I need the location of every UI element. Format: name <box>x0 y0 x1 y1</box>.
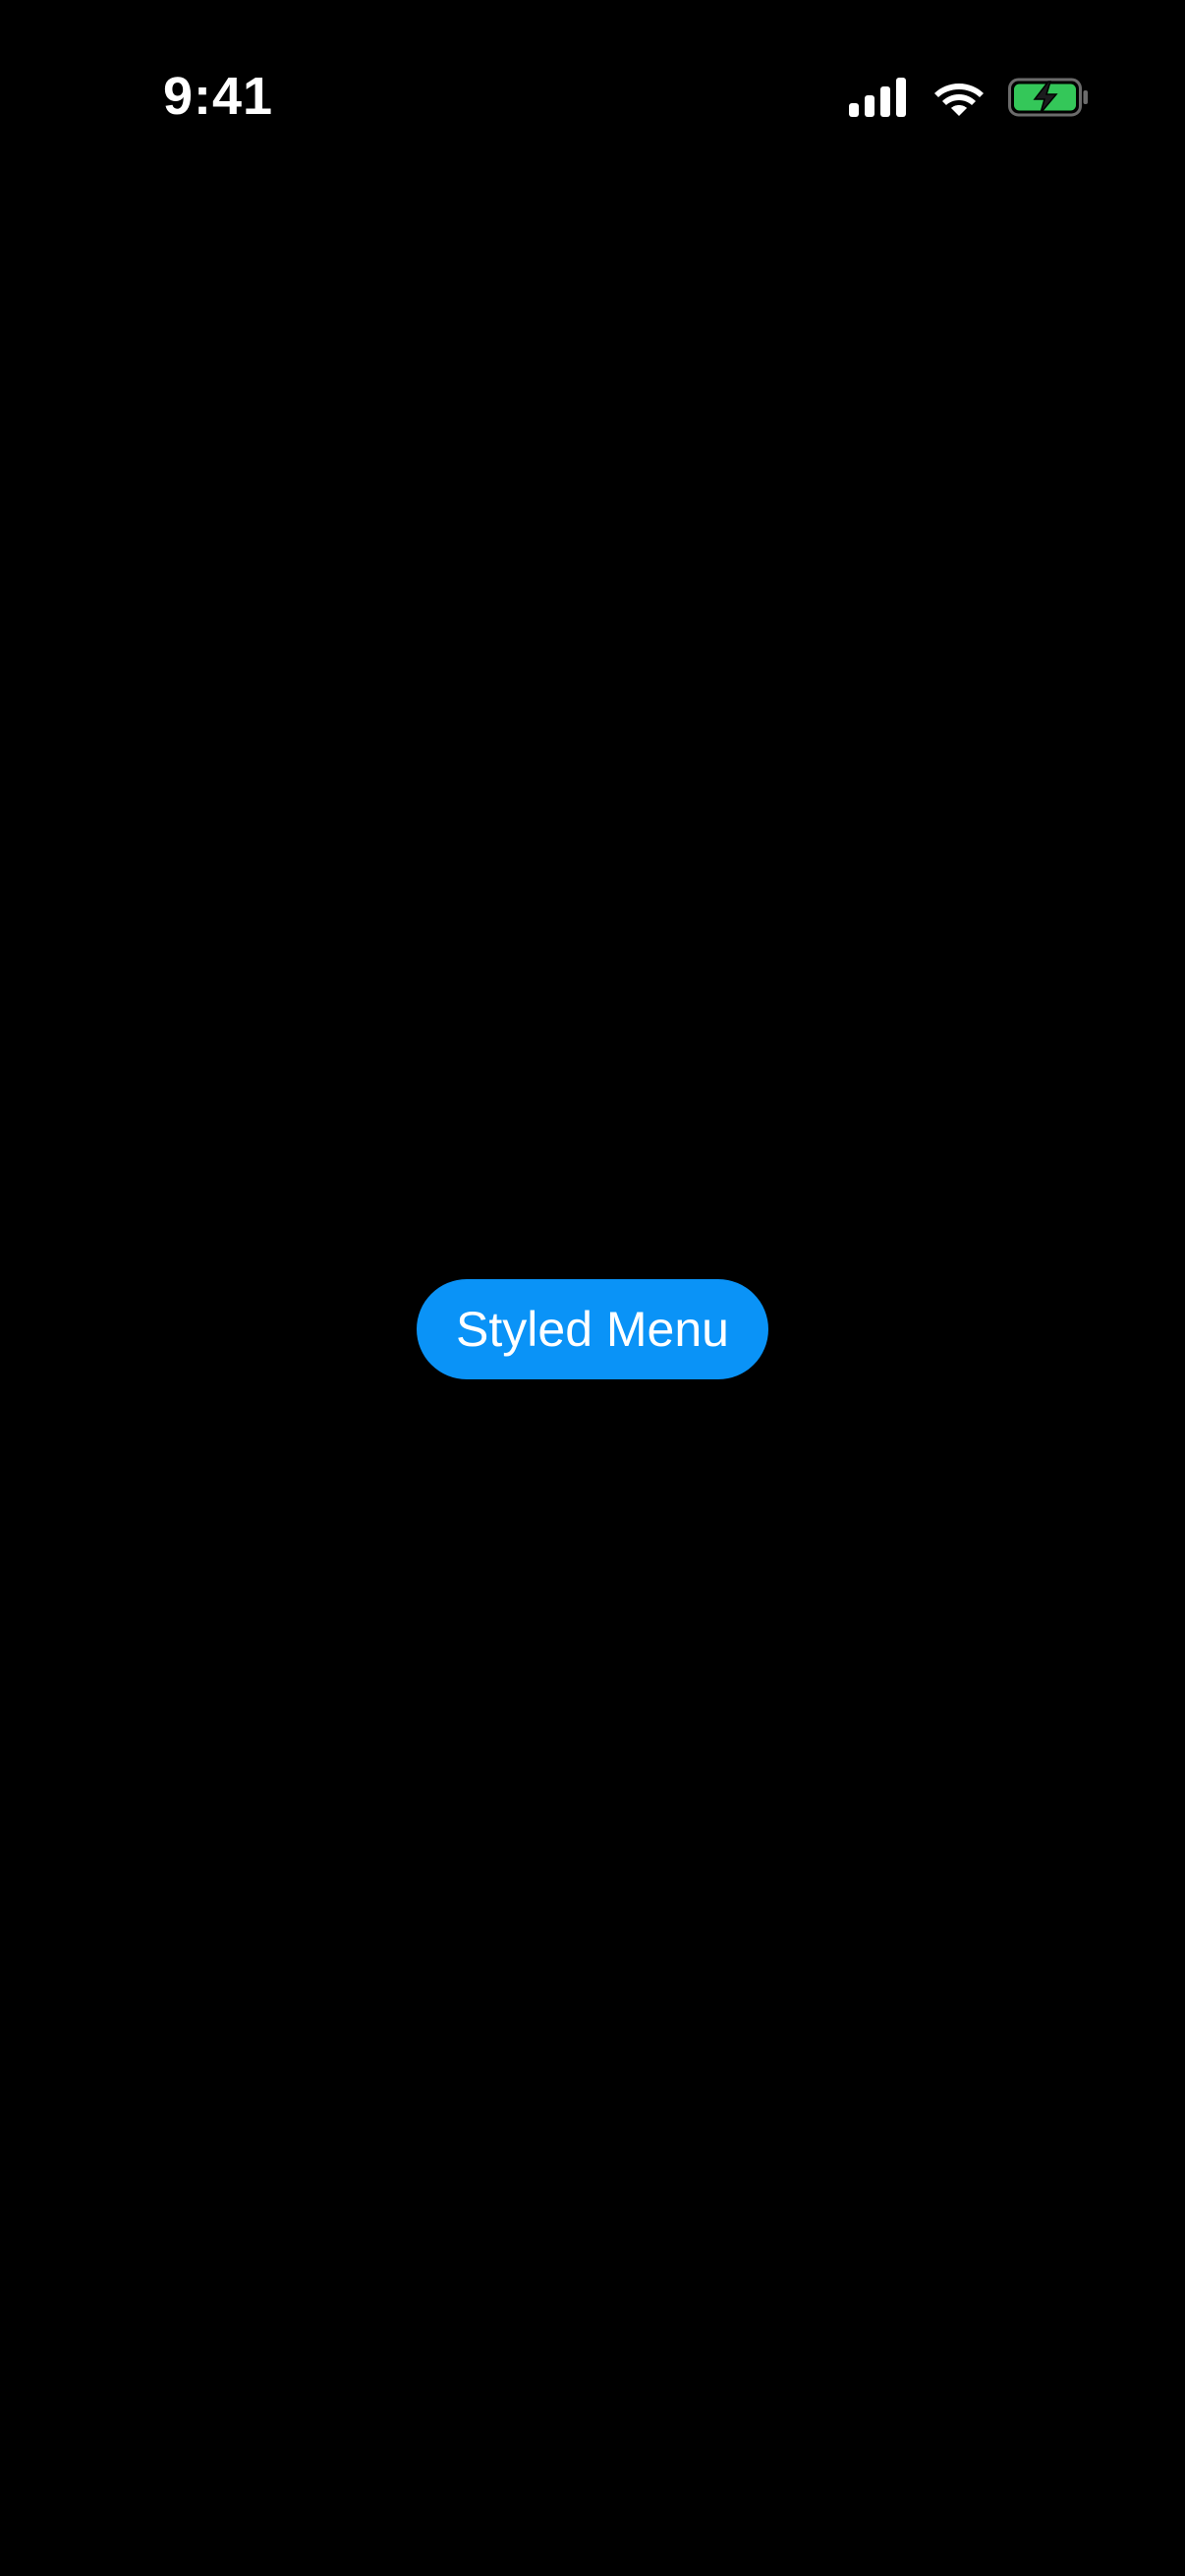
battery-charging-icon <box>1008 78 1088 117</box>
wifi-icon <box>934 84 984 116</box>
status-bar: 9:41 <box>0 0 1185 196</box>
status-icons <box>849 73 1089 122</box>
styled-menu-button[interactable]: Styled Menu <box>417 1279 768 1379</box>
status-time: 9:41 <box>163 67 274 126</box>
cellular-signal-icon <box>849 78 906 117</box>
